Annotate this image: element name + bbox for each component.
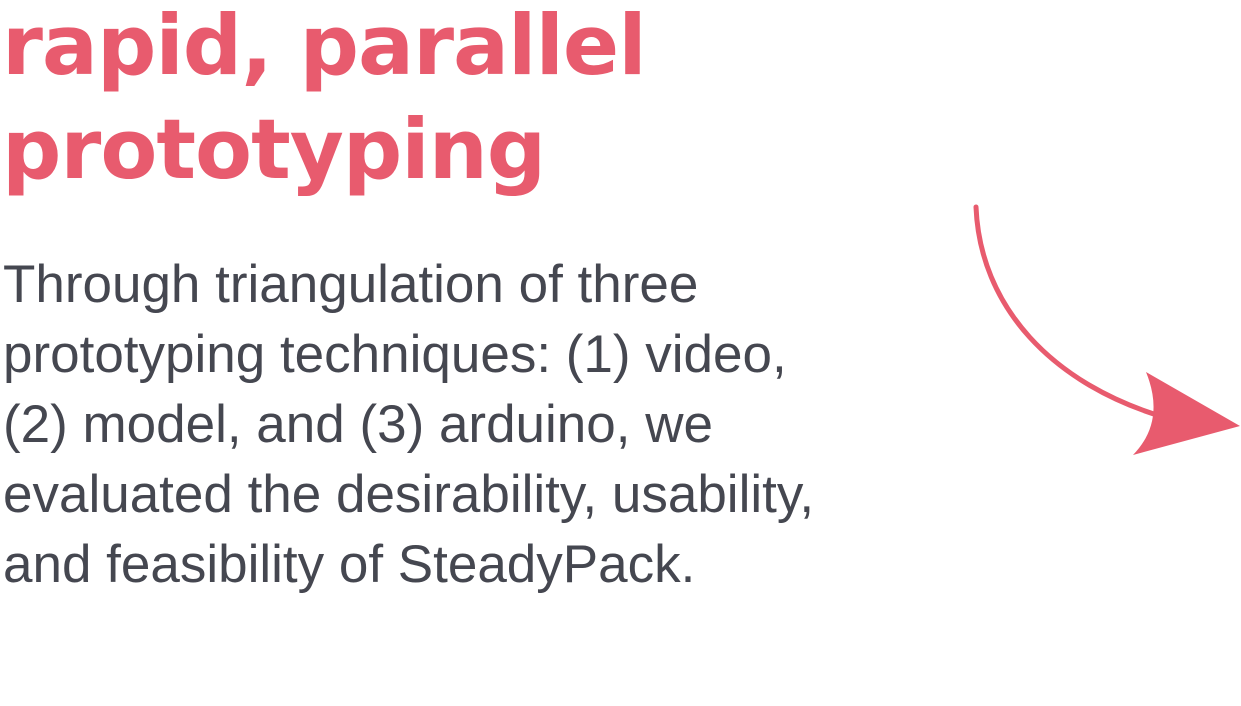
description-line-1: Through triangulation of three xyxy=(3,255,699,314)
section-title-line-1: rapid, parallel xyxy=(2,0,647,94)
description-line-5: and feasibility of SteadyPack. xyxy=(3,535,696,594)
section-title: rapid, parallel prototyping xyxy=(2,0,902,202)
description-line-2: prototyping techniques: (1) video, xyxy=(3,325,787,384)
curved-arrow-right-icon xyxy=(973,204,1240,455)
description-line-4: evaluated the desirability, usability, xyxy=(3,465,815,524)
description-paragraph: Through triangulation of three prototypi… xyxy=(3,250,963,600)
section-title-line-2: prototyping xyxy=(2,101,546,198)
description-line-3: (2) model, and (3) arduino, we xyxy=(3,395,713,454)
